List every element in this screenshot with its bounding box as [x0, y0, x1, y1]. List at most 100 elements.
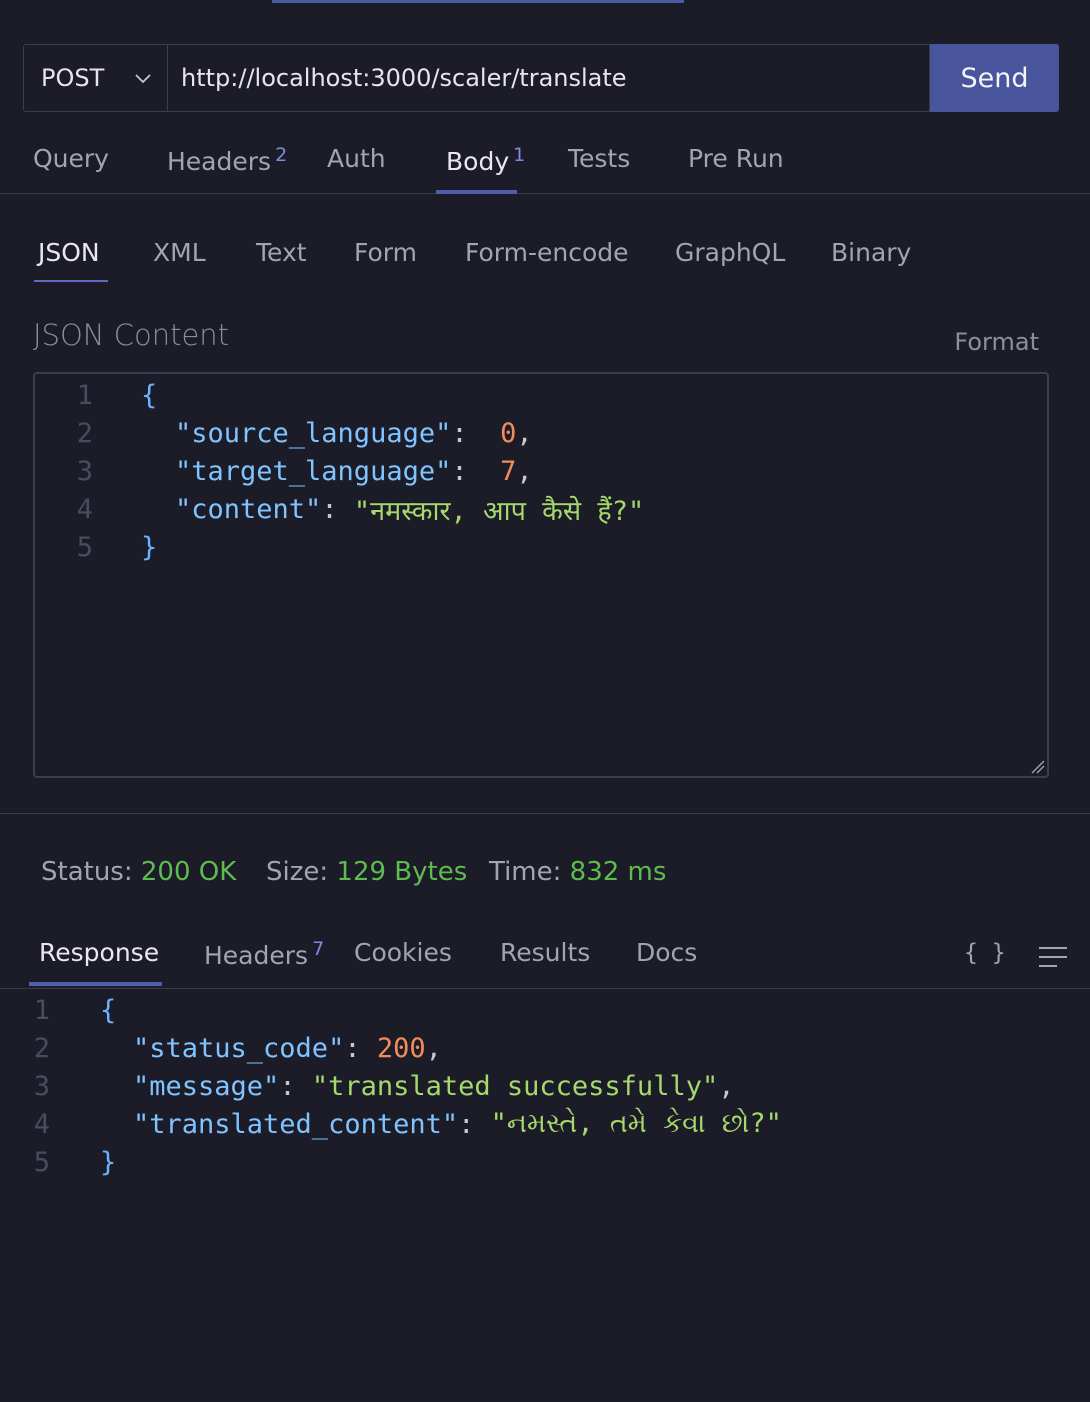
- url-input[interactable]: http://localhost:3000/scaler/translate: [167, 44, 930, 112]
- json-number: 7: [500, 455, 517, 487]
- json-key: "translated_content": [133, 1108, 459, 1140]
- json-number: 0: [500, 417, 517, 449]
- chevron-down-icon: [135, 74, 151, 84]
- json-comma: ,: [516, 417, 533, 449]
- json-separator: :: [279, 1070, 312, 1102]
- section-divider: [0, 813, 1090, 814]
- top-tab-indicator: [272, 0, 684, 3]
- rest-client-panel: POST http://localhost:3000/scaler/transl…: [0, 0, 1090, 1402]
- response-json-viewer: 1{ 2 "status_code": 200, 3 "message": "tra…: [0, 990, 1090, 1190]
- tab-label: Headers: [204, 941, 309, 970]
- method-label: POST: [41, 64, 105, 92]
- response-tabs: Response Headers 7 Cookies Results Docs {…: [0, 930, 1090, 989]
- menu-icon[interactable]: [1038, 946, 1068, 968]
- tab-auth[interactable]: Auth: [327, 144, 386, 173]
- tab-binary[interactable]: Binary: [831, 238, 911, 267]
- json-separator: :: [321, 493, 354, 525]
- tab-label: Headers: [167, 147, 272, 176]
- method-select[interactable]: POST: [23, 44, 167, 112]
- size-label: Size:: [266, 857, 329, 887]
- json-brace: {: [141, 379, 158, 411]
- tab-cookies[interactable]: Cookies: [354, 938, 452, 967]
- resize-handle-icon[interactable]: [1029, 758, 1045, 774]
- json-separator: :: [451, 455, 501, 487]
- code-line: 1{: [0, 991, 117, 1029]
- size-info: Size: 129 Bytes: [266, 857, 467, 887]
- json-key: "status_code": [133, 1032, 345, 1064]
- status-label: Status:: [41, 857, 133, 887]
- tab-results[interactable]: Results: [500, 938, 590, 967]
- tab-label: Query: [33, 144, 109, 173]
- time-info: Time: 832 ms: [489, 857, 666, 887]
- code-line: 5}: [35, 528, 158, 566]
- json-separator: :: [344, 1032, 377, 1064]
- response-headers-count-badge: 7: [312, 938, 325, 960]
- time-label: Time:: [489, 857, 562, 887]
- json-string: "નમસ્તે, તમે કેવા છો?": [490, 1108, 782, 1139]
- json-brace: }: [141, 531, 158, 563]
- tab-response[interactable]: Response: [39, 938, 159, 967]
- code-line: 2 "status_code": 200,: [0, 1029, 442, 1067]
- request-json-editor[interactable]: 1{ 2 "source_language": 0, 3 "target_langu…: [33, 372, 1049, 778]
- code-line: 1{: [35, 376, 158, 414]
- tab-response-headers[interactable]: Headers 7: [204, 938, 324, 970]
- code-line: 4 "translated_content": "નમસ્તે, તમે કેવા…: [0, 1105, 782, 1143]
- tab-xml[interactable]: XML: [153, 238, 206, 267]
- tab-headers[interactable]: Headers 2: [167, 144, 287, 176]
- url-bar: POST http://localhost:3000/scaler/transl…: [23, 44, 1059, 112]
- json-string: "translated successfully": [311, 1070, 719, 1102]
- size-value: 129 Bytes: [336, 857, 468, 887]
- tab-json[interactable]: JSON: [38, 238, 100, 267]
- active-tab-underline: [436, 190, 517, 194]
- json-key: "message": [133, 1070, 280, 1102]
- line-number: 1: [76, 379, 93, 411]
- json-brace: {: [100, 994, 117, 1026]
- response-tab-underline: [29, 982, 162, 986]
- status-info: Status: 200 OK: [41, 857, 236, 887]
- json-separator: :: [458, 1108, 491, 1140]
- braces-icon[interactable]: { }: [964, 940, 1006, 966]
- code-line: 3 "message": "translated successfully",: [0, 1067, 735, 1105]
- code-line: 3 "target_language": 7,: [35, 452, 533, 490]
- body-type-tabs: JSON XML Text Form Form-encode GraphQL B…: [0, 228, 1090, 288]
- json-comma: ,: [425, 1032, 442, 1064]
- format-button[interactable]: Format: [954, 328, 1039, 356]
- line-number: 1: [33, 994, 50, 1026]
- tab-label: Body: [446, 147, 510, 176]
- request-tabs: Query Headers 2 Auth Body 1 Tests Pre Run: [0, 136, 1090, 194]
- json-separator: :: [451, 417, 501, 449]
- code-line: 5}: [0, 1143, 117, 1181]
- json-key: "source_language": [175, 417, 452, 449]
- send-button[interactable]: Send: [930, 44, 1059, 112]
- body-tab-underline: [34, 280, 108, 282]
- tab-label: Auth: [327, 144, 386, 173]
- tab-form[interactable]: Form: [354, 238, 417, 267]
- line-number: 4: [33, 1108, 50, 1140]
- tab-body[interactable]: Body 1: [446, 144, 525, 176]
- tab-text[interactable]: Text: [256, 238, 307, 267]
- json-brace: }: [100, 1146, 117, 1178]
- tab-tests[interactable]: Tests: [568, 144, 630, 173]
- line-number: 4: [76, 493, 93, 525]
- tab-graphql[interactable]: GraphQL: [675, 238, 785, 267]
- code-line: 2 "source_language": 0,: [35, 414, 533, 452]
- json-key: "target_language": [175, 455, 452, 487]
- json-number: 200: [376, 1032, 426, 1064]
- tab-pre-run[interactable]: Pre Run: [688, 144, 784, 173]
- json-content-title: JSON Content: [33, 318, 230, 352]
- json-key: "content": [175, 493, 322, 525]
- headers-count-badge: 2: [275, 144, 288, 166]
- line-number: 5: [76, 531, 93, 563]
- time-value: 832 ms: [569, 857, 667, 887]
- line-number: 3: [33, 1070, 50, 1102]
- tab-query[interactable]: Query: [33, 144, 109, 173]
- body-count-badge: 1: [513, 144, 526, 166]
- tab-docs[interactable]: Docs: [636, 938, 697, 967]
- tab-label: Tests: [568, 144, 631, 173]
- code-line: 4 "content": "नमस्कार, आप कैसे हैं?": [35, 490, 645, 528]
- line-number: 5: [33, 1146, 50, 1178]
- json-comma: ,: [516, 455, 533, 487]
- tab-form-encode[interactable]: Form-encode: [465, 238, 629, 267]
- json-string: "नमस्कार, आप कैसे हैं?": [353, 495, 645, 527]
- json-comma: ,: [718, 1070, 735, 1102]
